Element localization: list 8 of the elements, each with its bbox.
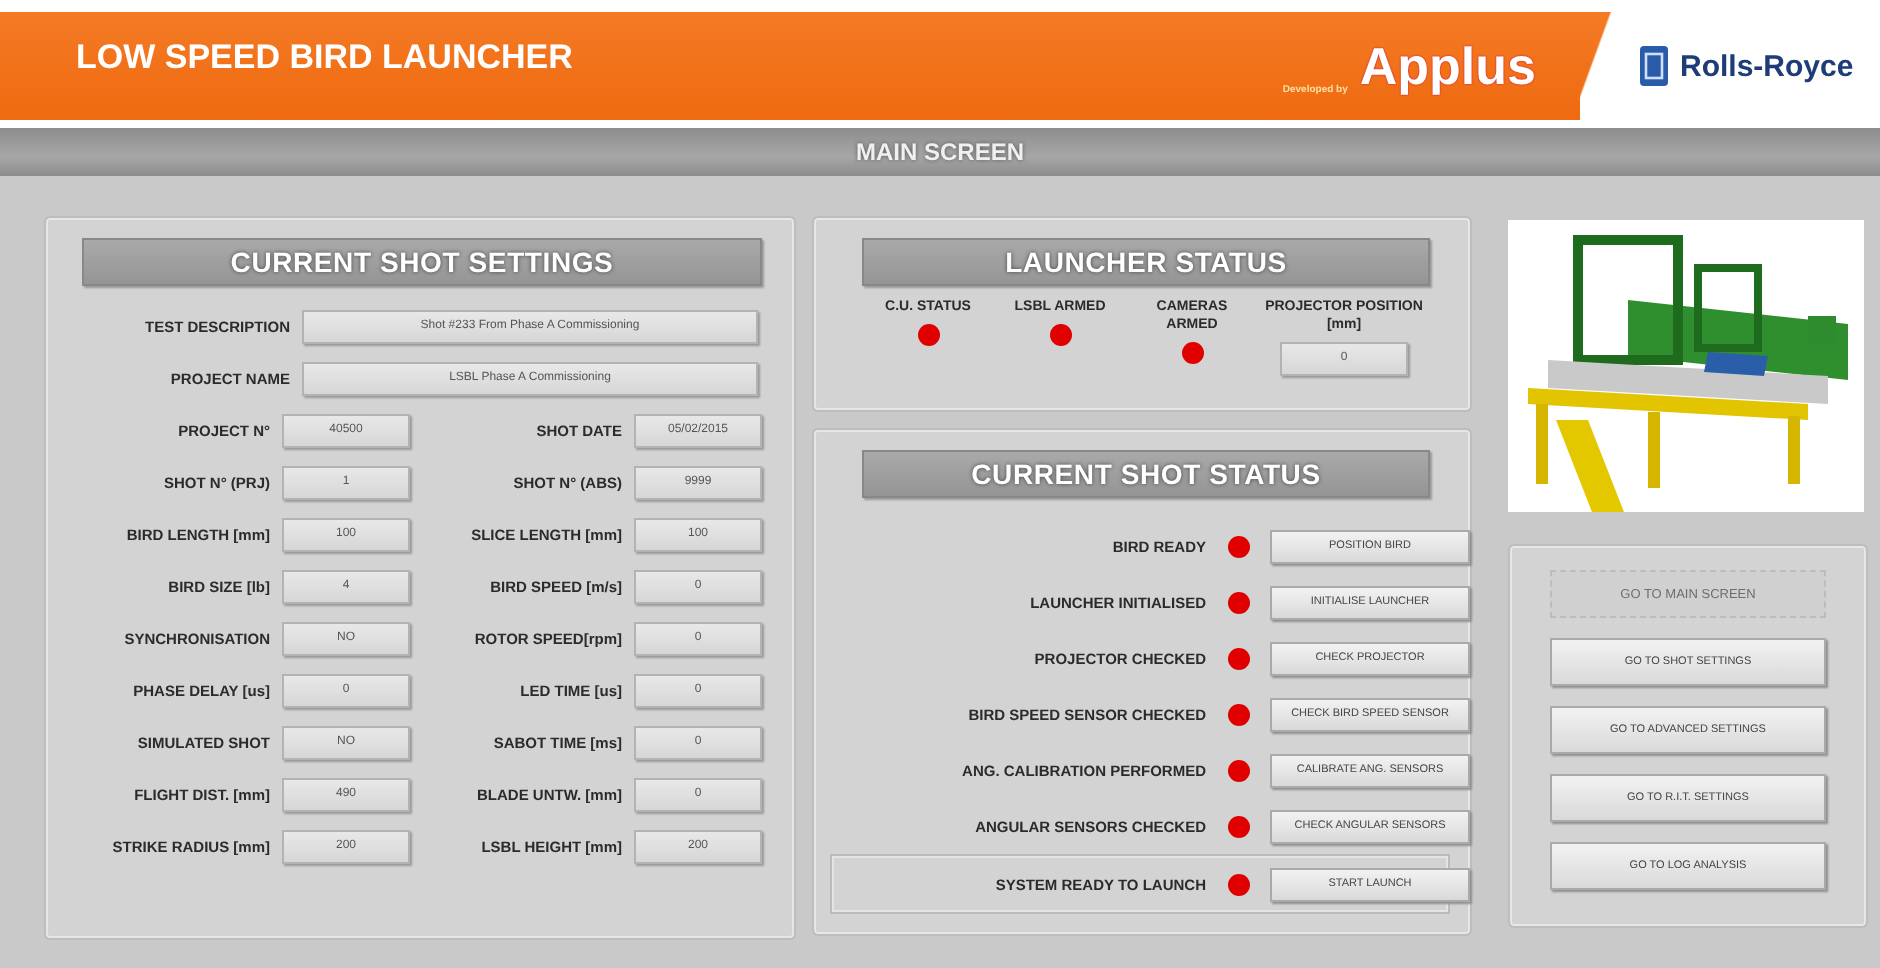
app-title: LOW SPEED BIRD LAUNCHER (76, 38, 575, 80)
panel-title: CURRENT SHOT SETTINGS (82, 238, 762, 286)
screen-title: MAIN SCREEN (855, 138, 1024, 166)
developer-logo: Applus (1359, 35, 1536, 97)
panel-title: CURRENT SHOT STATUS (862, 450, 1430, 498)
panel-title: LAUNCHER STATUS (862, 238, 1430, 286)
badge-icon (1640, 46, 1668, 86)
partner-logo: Rolls-Royce (1680, 49, 1854, 83)
